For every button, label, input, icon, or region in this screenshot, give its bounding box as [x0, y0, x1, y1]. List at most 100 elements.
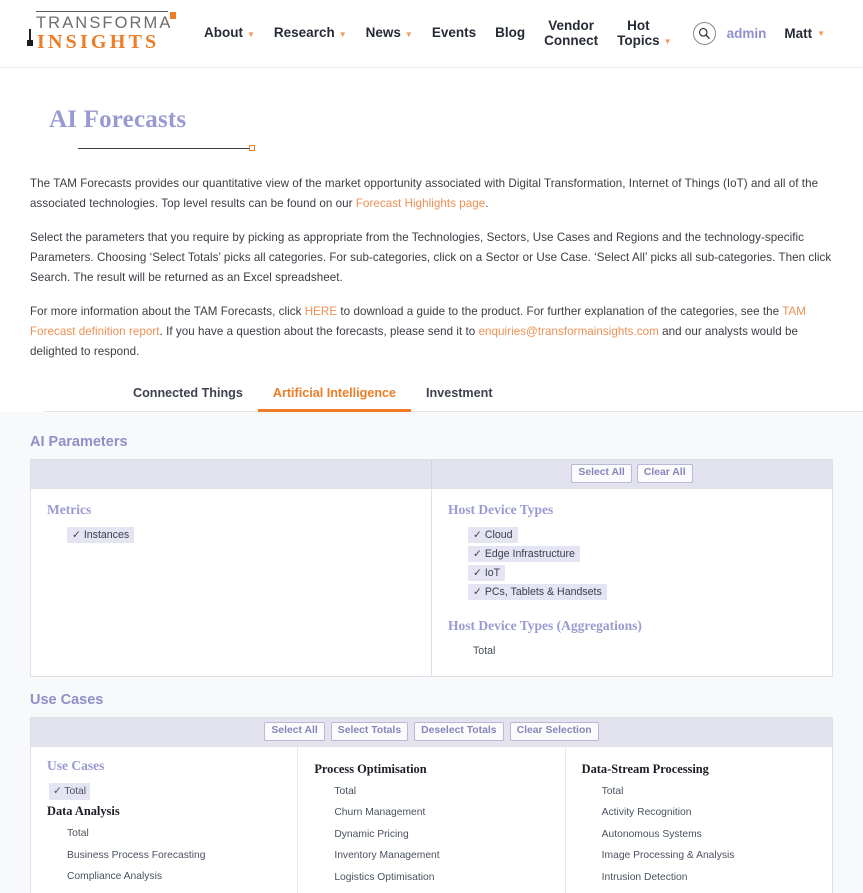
uc-clear-selection-button[interactable]: Clear Selection	[509, 722, 599, 741]
use-case-option[interactable]: Activity Recognition	[598, 805, 696, 822]
nav-item-research[interactable]: Research ▼	[274, 26, 347, 41]
use-case-option[interactable]: Intrusion Detection	[598, 869, 692, 886]
intro-text: to download a guide to the product. For …	[337, 304, 783, 318]
use-case-row: Business Process Forecasting	[47, 843, 287, 865]
use-case-group-heading[interactable]: Data Analysis	[47, 804, 287, 819]
host-device-type-option[interactable]: ✓ PCs, Tablets & Handsets	[468, 584, 607, 600]
host-device-type-option[interactable]: ✓ Edge Infrastructure	[468, 546, 580, 562]
use-case-row: Dynamic Pricing	[314, 822, 554, 844]
nav-label: Blog	[495, 25, 526, 41]
use-case-option[interactable]: Total	[63, 826, 93, 843]
page-intro-region: AI Forecasts The TAM Forecasts provides …	[0, 106, 863, 412]
host-device-type-row: ✓ IoT	[468, 563, 818, 582]
use-case-group-heading[interactable]: Process Optimisation	[314, 762, 554, 777]
use-case-row: Total	[314, 779, 554, 801]
use-cases-body: Use Cases ✓ Total Data Analysis Total Busi…	[31, 746, 832, 893]
metric-option[interactable]: ✓ Instances	[67, 527, 135, 543]
intro-link[interactable]: enquiries@transformainsights.com	[479, 325, 659, 338]
nav-item-events[interactable]: Events	[432, 26, 476, 41]
use-case-option[interactable]: Dynamic Pricing	[330, 826, 412, 843]
use-cases-title: Use Cases	[30, 691, 104, 708]
nav-item-news[interactable]: News ▼	[366, 26, 413, 41]
nav-label: News	[365, 25, 401, 41]
host-device-types-list: ✓ Cloud ✓ Edge Infrastructure ✓ IoT ✓ PCs, …	[448, 525, 818, 601]
use-case-option[interactable]: Total	[330, 783, 360, 800]
logo-orange-square-icon	[170, 11, 176, 19]
page-title: AI Forecasts	[49, 106, 187, 133]
use-case-group-heading[interactable]: Data-Stream Processing	[582, 762, 822, 777]
host-device-type-option[interactable]: ✓ Cloud	[468, 527, 518, 543]
ai-clear-all-button[interactable]: Clear All	[636, 464, 693, 483]
host-device-type-row: ✓ Edge Infrastructure	[468, 544, 818, 563]
main-navigation: About ▼ Research ▼ News ▼ Events Blog Ve…	[204, 17, 727, 48]
use-case-option[interactable]: ✓ Total	[49, 783, 91, 801]
logo-bottom-text: INSIGHTS	[27, 29, 176, 54]
use-case-option[interactable]: Compliance Analysis	[63, 869, 166, 886]
nav-label: About	[204, 25, 243, 41]
ai-select-all-button[interactable]: Select All	[571, 464, 632, 483]
use-case-row: Inventory Management	[314, 843, 554, 865]
uc-select-all-button[interactable]: Select All	[264, 722, 325, 741]
use-cases-column-2: Process Optimisation Total Churn Managemen…	[298, 746, 566, 893]
metric-row: ✓ Instances	[67, 525, 417, 544]
use-case-row: Image Processing & Analysis	[582, 843, 822, 865]
site-header: TRANSFORMA INSIGHTS About ▼ Research ▼ N…	[0, 0, 863, 68]
ai-parameters-body: Metrics ✓ Instances Host Device Types ✓ …	[31, 488, 832, 676]
logo-top-rule	[36, 10, 168, 13]
nav-item-hot-topics[interactable]: Hot Topics ▼	[617, 18, 671, 48]
intro-text-block: The TAM Forecasts provides our quantitat…	[30, 174, 833, 362]
use-case-row: Churn Management	[314, 800, 554, 822]
host-device-type-option[interactable]: ✓ IoT	[468, 565, 506, 581]
use-case-row: Autonomous Systems	[582, 822, 822, 844]
logo-transforma-text: TRANSFORMA	[36, 13, 173, 32]
metrics-heading: Metrics	[47, 501, 92, 517]
host-device-type-aggregation-option[interactable]: Total	[468, 643, 500, 659]
use-cases-column-3: Data-Stream Processing Total Activity Reco…	[566, 747, 832, 893]
use-case-option[interactable]: Image Processing & Analysis	[598, 848, 739, 865]
nav-item-about[interactable]: About ▼	[204, 26, 255, 41]
nav-item-vendor-connect[interactable]: Vendor Connect	[544, 17, 599, 48]
forecast-tabs: Connected Things Artificial Intelligence…	[44, 378, 863, 412]
use-case-option[interactable]: Business Process Forecasting	[63, 847, 210, 864]
uc-deselect-totals-button[interactable]: Deselect Totals	[414, 722, 504, 741]
tab-connected-things[interactable]: Connected Things	[118, 378, 258, 412]
use-case-option[interactable]: Total	[598, 783, 628, 800]
use-case-option[interactable]: Inventory Management	[330, 848, 443, 865]
use-case-row: Customer Behaviour Analysis	[47, 886, 287, 893]
use-case-option[interactable]: Autonomous Systems	[598, 826, 706, 843]
nav-label: Research	[273, 25, 335, 41]
use-case-row: Personalised Marketing	[314, 886, 554, 893]
title-end-square-icon	[249, 145, 255, 151]
host-device-types-column: Host Device Types ✓ Cloud ✓ Edge Infrastr…	[432, 489, 832, 676]
user-menu[interactable]: Matt ▼	[784, 26, 825, 41]
intro-link[interactable]: HERE	[305, 305, 337, 318]
toolbar-buttons-cell: Select All Clear All	[432, 460, 832, 488]
use-cases-buttons-cell: Select All Select Totals Deselect Totals…	[31, 718, 832, 746]
site-logo[interactable]: TRANSFORMA INSIGHTS	[27, 10, 176, 55]
intro-text: Select the parameters that you require b…	[30, 230, 832, 284]
uc-select-totals-button[interactable]: Select Totals	[330, 722, 409, 741]
intro-text: .	[485, 196, 489, 210]
chevron-down-icon: ▼	[817, 29, 825, 38]
admin-link[interactable]: admin	[727, 26, 767, 41]
host-device-type-row: ✓ Cloud	[468, 525, 818, 544]
host-device-types-heading: Host Device Types	[448, 501, 554, 517]
intro-paragraph-3: For more information about the TAM Forec…	[30, 302, 833, 362]
tab-artificial-intelligence[interactable]: Artificial Intelligence	[257, 378, 412, 412]
tab-investment[interactable]: Investment	[411, 378, 508, 412]
nav-label: Vendor Connect	[544, 17, 599, 48]
ai-parameters-title: AI Parameters	[30, 433, 128, 450]
use-case-option[interactable]: Churn Management	[330, 805, 429, 822]
use-case-option[interactable]: Logistics Optimisation	[330, 869, 438, 886]
use-cases-column-heading: Use Cases	[47, 757, 105, 773]
use-cases-top-items: ✓ Total	[47, 779, 287, 801]
search-icon[interactable]	[692, 22, 716, 45]
nav-item-blog[interactable]: Blog	[495, 26, 525, 41]
use-cases-groups-2: Process Optimisation Total Churn Managemen…	[314, 762, 554, 893]
metrics-list: ✓ Instances	[47, 525, 417, 544]
use-cases-toolbar: Select All Select Totals Deselect Totals…	[31, 717, 832, 747]
use-case-row: ✓ Total	[47, 779, 287, 801]
intro-link[interactable]: Forecast Highlights page	[356, 197, 485, 210]
use-case-row: Intrusion Detection	[582, 865, 822, 887]
ai-parameters-panel: Select All Clear All Metrics ✓ Instances…	[30, 458, 833, 677]
